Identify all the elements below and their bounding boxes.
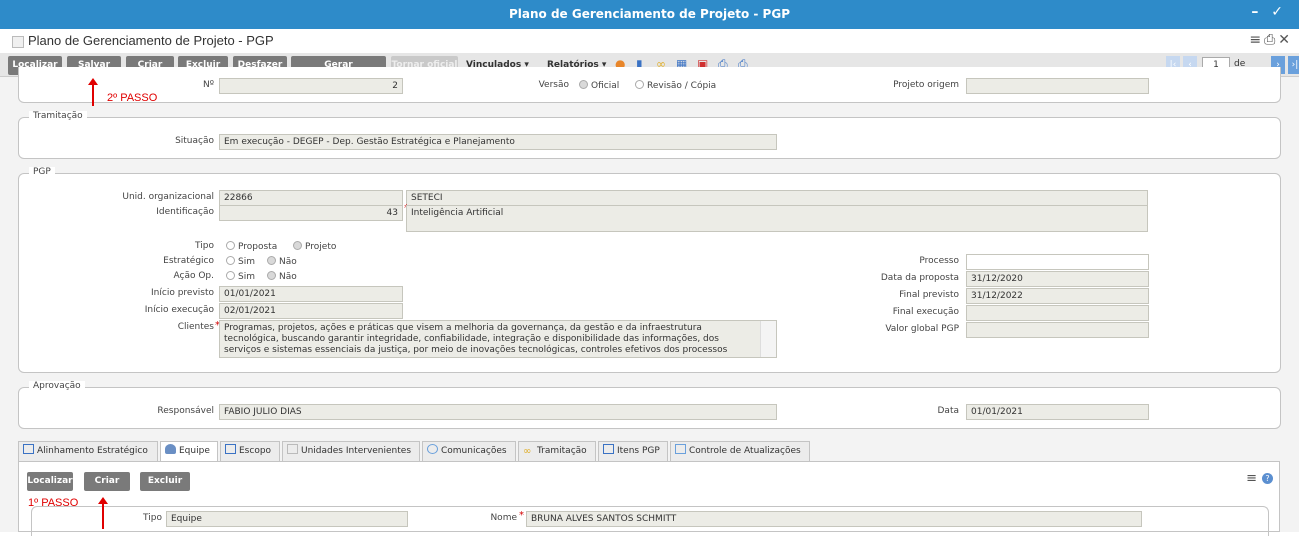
sub-localizar-button[interactable]: Localizar <box>27 472 73 491</box>
tab-comunicacoes[interactable]: Comunicações <box>422 441 516 461</box>
acao-nao-radio[interactable]: Não <box>267 271 297 282</box>
tab-escopo[interactable]: Escopo <box>220 441 280 461</box>
menu-icon[interactable]: ≡ <box>1246 471 1257 486</box>
data-proposta-label: Data da proposta <box>880 273 959 283</box>
final-previsto-field[interactable]: 31/12/2022 <box>966 288 1149 304</box>
final-execucao-label: Final execução <box>892 307 959 317</box>
step2-annotation: 2º PASSO <box>107 92 158 104</box>
tipo-projeto-radio[interactable]: Projeto <box>293 241 336 252</box>
tab-equipe[interactable]: Equipe <box>160 441 218 461</box>
unid-name-field[interactable]: SETECI <box>406 190 1148 206</box>
tipo-proposta-radio[interactable]: Proposta <box>226 241 277 252</box>
processo-field[interactable] <box>966 254 1149 270</box>
tipo-label: Tipo <box>195 241 214 251</box>
acao-sim-radio[interactable]: Sim <box>226 271 255 282</box>
valor-global-label: Valor global PGP <box>885 324 959 334</box>
step2-arrow <box>88 78 98 106</box>
versao-revisao-radio[interactable]: Revisão / Cópia <box>635 80 716 91</box>
textarea-scrollbar[interactable] <box>760 321 776 357</box>
versao-label: Versão <box>538 80 569 90</box>
estrategico-nao-radio[interactable]: Não <box>267 256 297 267</box>
tramitacao-legend: Tramitação <box>29 111 87 121</box>
tramitacao-fieldset: Tramitação Situação Em execução - DEGEP … <box>18 111 1281 159</box>
equipe-nome-label: Nome <box>490 513 517 523</box>
data-aprovacao-field[interactable]: 01/01/2021 <box>966 404 1149 420</box>
unid-label: Unid. organizacional <box>122 192 214 202</box>
equipe-tipo-field[interactable]: Equipe <box>166 511 408 527</box>
tab-itens-pgp[interactable]: Itens PGP <box>598 441 668 461</box>
form-title: Plano de Gerenciamento de Projeto - PGP <box>28 33 274 48</box>
help-icon[interactable]: ? <box>1262 473 1273 484</box>
table-icon <box>603 444 614 454</box>
ident-label: Identificação <box>156 207 214 217</box>
projeto-origem-label: Projeto origem <box>893 80 959 90</box>
data-aprovacao-label: Data <box>937 406 960 416</box>
situacao-field[interactable]: Em execução - DEGEP - Dep. Gestão Estrat… <box>219 134 777 150</box>
inicio-execucao-label: Início execução <box>144 305 214 315</box>
print-icon[interactable]: ⎙ <box>1264 32 1278 48</box>
tab-unidades[interactable]: Unidades Intervenientes <box>282 441 420 461</box>
responsavel-field[interactable]: FABIO JULIO DIAS <box>219 404 777 420</box>
link-icon: ∞ <box>523 446 532 457</box>
window-title: Plano de Gerenciamento de Projeto - PGP <box>508 7 790 21</box>
aprovacao-fieldset: Aprovação Responsável FABIO JULIO DIAS D… <box>18 381 1281 429</box>
versao-oficial-radio[interactable]: Oficial <box>579 80 619 91</box>
tab-controle[interactable]: Controle de Atualizações <box>670 441 810 461</box>
ident-name-field[interactable]: Inteligência Artificial <box>406 205 1148 232</box>
ident-num-field[interactable]: 43 <box>219 205 403 221</box>
tab-alinhamento[interactable]: Alinhamento Estratégico <box>18 441 158 461</box>
window-titlebar: Plano de Gerenciamento de Projeto - PGP … <box>0 0 1299 29</box>
situacao-label: Situação <box>175 136 214 146</box>
estrategico-label: Estratégico <box>163 256 214 266</box>
pgp-legend: PGP <box>29 167 55 177</box>
window-checkbox[interactable] <box>12 36 24 48</box>
last-page-icon[interactable]: ›| <box>1288 56 1299 74</box>
menu-icon[interactable]: ≡ <box>1249 32 1264 48</box>
estrategico-sim-radio[interactable]: Sim <box>226 256 255 267</box>
final-previsto-label: Final previsto <box>899 290 959 300</box>
inicio-previsto-label: Início previsto <box>151 288 214 298</box>
sub-excluir-button[interactable]: Excluir <box>140 472 190 491</box>
clientes-textarea[interactable]: Programas, projetos, ações e práticas qu… <box>219 320 777 358</box>
acao-label: Ação Op. <box>173 271 215 281</box>
step1-arrow <box>98 497 108 529</box>
tab-tramitacao[interactable]: ∞ Tramitação <box>518 441 596 461</box>
processo-label: Processo <box>919 256 959 266</box>
pgp-fieldset: PGP Unid. organizacional 22866 SETECI Id… <box>18 167 1281 373</box>
valor-global-field[interactable] <box>966 322 1149 338</box>
no-label: Nº <box>203 80 214 90</box>
no-field[interactable]: 2 <box>219 78 403 94</box>
sub-criar-button[interactable]: Criar <box>84 472 130 491</box>
responsavel-label: Responsável <box>157 406 214 416</box>
tools-icon[interactable]: ✕ <box>1278 32 1293 48</box>
aprovacao-legend: Aprovação <box>29 381 85 391</box>
table-icon <box>225 444 236 454</box>
required-marker: * <box>519 510 524 521</box>
people-icon <box>165 444 176 454</box>
step1-annotation: 1º PASSO <box>28 497 79 509</box>
clientes-label: Clientes <box>177 322 214 332</box>
equipe-nome-field[interactable]: BRUNA ALVES SANTOS SCHMITT <box>526 511 1142 527</box>
table-icon <box>23 444 34 454</box>
building-icon <box>287 444 298 454</box>
inicio-previsto-field[interactable]: 01/01/2021 <box>219 286 403 302</box>
unid-code-field[interactable]: 22866 <box>219 190 403 206</box>
header-fieldset: Nº 2 Versão Oficial Revisão / Cópia Proj… <box>18 67 1281 103</box>
inicio-execucao-field[interactable]: 02/01/2021 <box>219 303 403 319</box>
window-header: Plano de Gerenciamento de Projeto - PGP … <box>0 29 1299 53</box>
final-execucao-field[interactable] <box>966 305 1149 321</box>
data-proposta-field[interactable]: 31/12/2020 <box>966 271 1149 287</box>
equipe-panel: Localizar Criar Excluir ≡ ? Tipo Equipe … <box>18 461 1280 536</box>
document-icon <box>675 444 686 454</box>
window-controls[interactable]: – ✓ <box>1251 4 1287 20</box>
projeto-origem-field[interactable] <box>966 78 1149 94</box>
chat-icon <box>427 444 438 454</box>
